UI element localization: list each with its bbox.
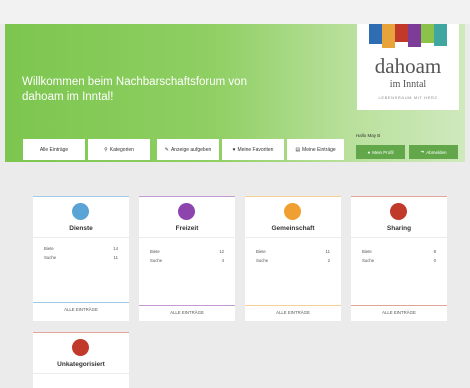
dahoam-logo[interactable]: dahoam im Inntal LEBENSRAUM MIT HERZ [357,24,459,110]
offer-label: Biete [362,249,372,254]
card-divider [139,237,235,238]
category-circle-icon [178,203,195,220]
card-divider [245,237,341,238]
card-divider [351,237,447,238]
offer-row: Biete 14 [44,246,118,251]
search-label: Suche [256,258,269,263]
logo-stripe [382,24,395,48]
nav-categories-button[interactable]: ⚲ Kategorien [88,139,150,160]
logout-label: Abmelden [426,149,447,155]
all-entries-link[interactable]: ALLE EINTRÄGE [351,305,447,319]
category-title: Sharing [386,225,412,232]
all-entries-link[interactable]: ALLE EINTRÄGE [33,302,129,316]
all-entries-link[interactable]: ALLE EINTRÄGE [139,305,235,319]
nav-all-entries-button[interactable]: Alle Einträge [23,139,85,160]
nav-favorites-button[interactable]: ♥ Meine Favoriten [222,139,284,160]
logo-stripe [434,24,447,46]
search-row: Suche 4 [150,258,224,263]
search-row: Suche 2 [256,258,330,263]
logo-stripe [408,24,421,47]
nav-post-ad-label: Anzeige aufgeben [170,146,212,153]
category-card-unkategorisiert[interactable]: Unkategorisiert [33,332,129,388]
category-card-dienste[interactable]: Dienste Biete 14 Suche 11 ALLE EINTRÄGE [33,196,129,321]
pencil-icon: ✎ [164,146,169,153]
search-row: Suche 11 [44,255,118,260]
nav-my-entries-label: Meine Einträge [302,146,336,153]
search-row: Suche 0 [362,258,436,263]
offer-label: Biete [44,246,54,251]
offer-row: Biete 11 [256,249,330,254]
search-count: 11 [113,255,118,260]
logo-stripe [395,24,408,42]
category-title: Unkategorisiert [57,361,105,368]
logo-stripes [369,24,447,48]
search-count: 4 [221,258,224,263]
category-circle-icon [390,203,407,220]
nav-all-entries-label: Alle Einträge [39,146,69,153]
category-circle-icon [72,339,89,356]
card-divider [33,373,129,374]
search-label: Suche [150,258,163,263]
offer-row: Biete 12 [150,249,224,254]
logout-icon: ➜ [420,149,425,154]
category-circle-icon [284,203,301,220]
heart-icon: ♥ [232,146,236,153]
top-bar [0,0,470,24]
category-title: Freizeit [175,225,199,232]
offer-row: Biete 8 [362,249,436,254]
user-greeting: Hallo May B [356,133,381,138]
category-title: Dienste [69,225,93,232]
search-icon: ⚲ [104,146,108,153]
offer-count: 12 [219,249,224,254]
nav-categories-label: Kategorien [109,146,134,153]
logo-tagline: LEBENSRAUM MIT HERZ [378,95,438,100]
search-label: Suche [362,258,375,263]
offer-count: 14 [113,246,118,251]
list-icon: ▤ [295,146,301,153]
offer-label: Biete [256,249,266,254]
my-profile-button[interactable]: ● Mein Profil [356,145,405,159]
card-divider [33,237,129,238]
nav-favorites-label: Meine Favoriten [237,146,274,153]
logo-stripe [369,24,382,44]
all-entries-link[interactable]: ALLE EINTRÄGE [245,305,341,319]
category-card-freizeit[interactable]: Freizeit Biete 12 Suche 4 ALLE EINTRÄGE [139,196,235,321]
my-profile-label: Mein Profil [372,149,394,155]
category-title: Gemeinschaft [271,225,315,232]
logo-word: dahoam [374,54,442,78]
category-card-gemeinschaft[interactable]: Gemeinschaft Biete 11 Suche 2 ALLE EINTR… [245,196,341,321]
nav-my-entries-button[interactable]: ▤ Meine Einträge [287,139,344,160]
offer-label: Biete [150,249,160,254]
search-label: Suche [44,255,57,260]
nav-post-ad-button[interactable]: ✎ Anzeige aufgeben [157,139,219,160]
user-icon: ● [367,149,371,155]
logo-stripe [421,24,434,43]
category-circle-icon [72,203,89,220]
logo-subtitle: im Inntal [389,79,427,90]
hero-title: Willkommen beim Nachbarschaftsforum von … [22,76,247,103]
offer-count: 11 [325,249,330,254]
search-count: 2 [327,258,330,263]
search-count: 0 [433,258,436,263]
category-card-sharing[interactable]: Sharing Biete 8 Suche 0 ALLE EINTRÄGE [351,196,447,321]
logout-button[interactable]: ➜ Abmelden [409,145,458,159]
offer-count: 8 [433,249,436,254]
